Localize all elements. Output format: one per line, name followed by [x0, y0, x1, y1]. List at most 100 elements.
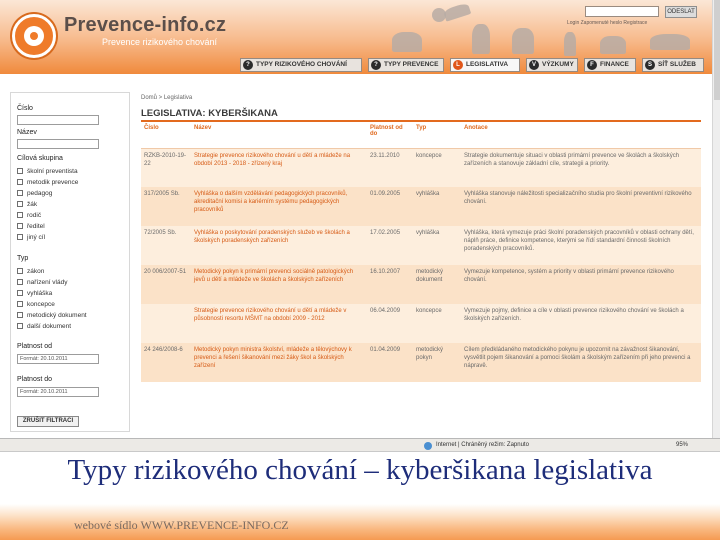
scrollbar-thumb[interactable] [714, 0, 720, 100]
cell-platnost: 01.09.2005 [367, 187, 413, 226]
login-form: ODESLAT Login Zapomenuté heslo Registrac… [567, 6, 701, 30]
menu-bullet-icon: V [529, 60, 539, 70]
table-row[interactable]: 24 246/2008-6 Metodický pokyn ministra š… [141, 343, 701, 382]
table-row[interactable]: 317/2005 Sb. Vyhláška o dalším vzděláván… [141, 187, 701, 226]
cell-typ: metodický dokument [413, 265, 461, 304]
filter-checkbox[interactable]: školní preventista [17, 168, 78, 175]
filter-checkbox[interactable]: žák [17, 201, 37, 208]
filter-checkbox[interactable]: metodik prevence [17, 179, 78, 186]
filter-nazev-input[interactable] [17, 139, 99, 149]
column-header-cislo[interactable]: Číslo [141, 122, 191, 149]
cell-cislo [141, 304, 191, 343]
column-header-platnost[interactable]: Platnost od do [367, 122, 413, 149]
cell-typ: koncepce [413, 148, 461, 187]
menu-item-label: LEGISLATIVA [466, 61, 509, 68]
filter-typ-label: Typ [17, 255, 29, 262]
menu-item-label: VÝZKUMY [542, 61, 574, 68]
filter-checkbox[interactable]: rodič [17, 212, 41, 219]
checkbox-label: pedagog [27, 190, 53, 197]
menu-bullet-icon: F [587, 60, 597, 70]
filter-platnost-do-label: Platnost do [17, 376, 53, 383]
checkbox-label: metodik prevence [27, 179, 79, 186]
cell-platnost: 23.11.2010 [367, 148, 413, 187]
checkbox-icon[interactable] [17, 234, 23, 240]
checkbox-icon[interactable] [17, 212, 23, 218]
menu-item-label: TYPY RIZIKOVÉHO CHOVÁNÍ [256, 61, 347, 68]
cell-nazev-link[interactable]: Vyhláška o dalším vzdělávání pedagogický… [191, 187, 367, 226]
cell-platnost: 16.10.2007 [367, 265, 413, 304]
checkbox-icon[interactable] [17, 223, 23, 229]
checkbox-label: metodický dokument [27, 312, 87, 319]
breadcrumb[interactable]: Domů > Legislativa [141, 95, 192, 101]
checkbox-icon[interactable] [17, 201, 23, 207]
menu-item-typy-rizikoveho-chovani[interactable]: ? TYPY RIZIKOVÉHO CHOVÁNÍ [240, 58, 362, 72]
cell-cislo: 20 006/2007-51 [141, 265, 191, 304]
checkbox-label: ředitel [27, 223, 45, 230]
checkbox-label: žák [27, 201, 38, 208]
filter-platnost-do-input[interactable]: Formát: 20.10.2011 [17, 387, 99, 397]
column-header-nazev[interactable]: Název [191, 122, 367, 149]
checkbox-icon[interactable] [17, 290, 23, 296]
checkbox-icon[interactable] [17, 190, 23, 196]
checkbox-icon[interactable] [17, 323, 23, 329]
menu-item-sit-sluzeb[interactable]: S SÍŤ SLUŽEB [642, 58, 704, 72]
cell-nazev-link[interactable]: Metodický pokyn ministra školství, mláde… [191, 343, 367, 382]
menu-item-legislativa[interactable]: L LEGISLATIVA [450, 58, 520, 72]
column-header-typ[interactable]: Typ [413, 122, 461, 149]
checkbox-label: vyhláška [27, 290, 53, 297]
cell-typ: metodický pokyn [413, 343, 461, 382]
checkbox-label: jiný cíl [27, 234, 46, 241]
menu-bullet-icon: L [453, 60, 463, 70]
checkbox-icon[interactable] [17, 168, 23, 174]
vertical-scrollbar[interactable] [712, 0, 720, 440]
filter-checkbox[interactable]: pedagog [17, 190, 52, 197]
cell-platnost: 01.04.2009 [367, 343, 413, 382]
filter-cilova-skupina-label: Cílová skupina [17, 155, 63, 162]
logo-title[interactable]: Prevence-info.cz [64, 14, 226, 37]
menu-item-vyzkumy[interactable]: V VÝZKUMY [526, 58, 578, 72]
cell-nazev-link[interactable]: Strategie prevence rizikového chování u … [191, 304, 367, 343]
cell-nazev-link[interactable]: Strategie prevence rizikového chování u … [191, 148, 367, 187]
site-header: Prevence-info.cz Prevence rizikového cho… [0, 0, 712, 74]
filter-checkbox[interactable]: ředitel [17, 223, 45, 230]
filter-platnost-od-label: Platnost od [17, 343, 53, 350]
table-row[interactable]: 72/2005 Sb. Vyhláška o poskytování porad… [141, 226, 701, 265]
login-button[interactable]: ODESLAT [665, 6, 697, 18]
table-row[interactable]: RZKB-2010-19-22 Strategie prevence rizik… [141, 148, 701, 187]
menu-item-label: SÍŤ SLUŽEB [658, 61, 696, 68]
zoom-level[interactable]: 95% [676, 442, 688, 448]
filter-cislo-input[interactable] [17, 115, 99, 125]
cell-platnost: 06.04.2009 [367, 304, 413, 343]
checkbox-icon[interactable] [17, 179, 23, 185]
checkbox-label: rodič [27, 212, 42, 219]
cell-typ: vyhláška [413, 226, 461, 265]
checkbox-icon[interactable] [17, 279, 23, 285]
menu-bullet-icon: ? [371, 60, 381, 70]
table-row[interactable]: Strategie prevence rizikového chování u … [141, 304, 701, 343]
filter-checkbox[interactable]: vyhláška [17, 290, 52, 297]
logo-icon[interactable] [12, 14, 56, 58]
cell-anotace: Vymezuje kompetence, systém a priority v… [461, 265, 701, 304]
cell-anotace: Vyhláška, která vymezuje práci školní po… [461, 226, 701, 265]
cell-nazev-link[interactable]: Metodický pokyn k primární prevenci soci… [191, 265, 367, 304]
filter-checkbox[interactable]: nařízení vlády [17, 279, 67, 286]
logo-subtitle: Prevence rizikového chování [102, 37, 218, 47]
filter-checkbox[interactable]: metodický dokument [17, 312, 87, 319]
filter-checkbox[interactable]: další dokument [17, 323, 71, 330]
security-zone[interactable]: Internet | Chráněný režim: Zapnuto [436, 442, 529, 448]
filter-checkbox[interactable]: jiný cíl [17, 234, 45, 241]
checkbox-icon[interactable] [17, 312, 23, 318]
menu-item-finance[interactable]: F FINANCE [584, 58, 636, 72]
filter-checkbox[interactable]: zákon [17, 268, 44, 275]
checkbox-icon[interactable] [17, 268, 23, 274]
checkbox-icon[interactable] [17, 301, 23, 307]
cell-cislo: 72/2005 Sb. [141, 226, 191, 265]
filter-platnost-od-input[interactable]: Formát: 20.10.2011 [17, 354, 99, 364]
login-links[interactable]: Login Zapomenuté heslo Registrace [567, 20, 701, 26]
table-row[interactable]: 20 006/2007-51 Metodický pokyn k primárn… [141, 265, 701, 304]
clear-filter-button[interactable]: ZRUŠIT FILTRACI [17, 416, 79, 427]
filter-checkbox[interactable]: koncepce [17, 301, 55, 308]
cell-nazev-link[interactable]: Vyhláška o poskytování poradenských služ… [191, 226, 367, 265]
menu-item-typy-prevence[interactable]: ? TYPY PREVENCE [368, 58, 444, 72]
login-input[interactable] [585, 6, 659, 17]
